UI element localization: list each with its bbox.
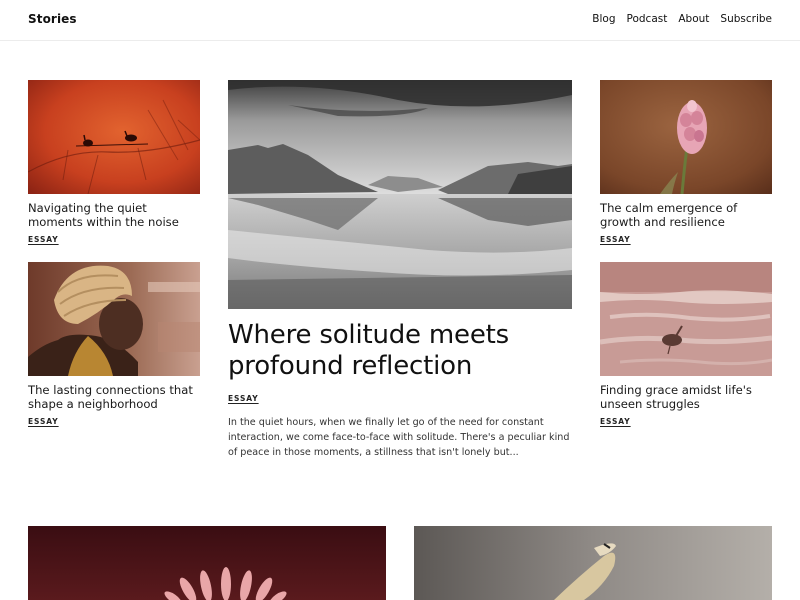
card-title-2[interactable]: The lasting connections that shape a nei… [28, 383, 203, 411]
card-tag-4[interactable]: ESSAY [600, 417, 631, 426]
feature-tag[interactable]: ESSAY [228, 394, 259, 403]
card-image-flower[interactable] [600, 80, 772, 194]
nav-blog[interactable]: Blog [592, 13, 615, 25]
nav-podcast[interactable]: Podcast [627, 13, 668, 25]
card-image-bird-snow[interactable] [600, 262, 772, 376]
card-title-3[interactable]: The calm emergence of growth and resilie… [600, 201, 778, 229]
card-title-1[interactable]: Navigating the quiet moments within the … [28, 201, 203, 229]
nav-about[interactable]: About [678, 13, 709, 25]
card-title-4[interactable]: Finding grace amidst life's unseen strug… [600, 383, 778, 411]
main-nav: Blog Podcast About Subscribe [592, 13, 772, 25]
feature-excerpt: In the quiet hours, when we finally let … [228, 417, 570, 458]
nav-subscribe[interactable]: Subscribe [720, 13, 772, 25]
site-header: Stories Blog Podcast About Subscribe [0, 0, 800, 41]
card-tag-3[interactable]: ESSAY [600, 235, 631, 244]
card-image-portrait[interactable] [28, 262, 200, 376]
feature-title[interactable]: Where solitude meets profound reflection [228, 320, 588, 382]
card-image-birds[interactable] [28, 80, 200, 194]
card-tag-2[interactable]: ESSAY [28, 417, 59, 426]
feature-image-lake[interactable] [228, 80, 572, 309]
bottom-image-seagull[interactable] [414, 526, 772, 600]
card-tag-1[interactable]: ESSAY [28, 235, 59, 244]
site-brand[interactable]: Stories [28, 12, 77, 26]
bottom-image-daisy[interactable] [28, 526, 386, 600]
